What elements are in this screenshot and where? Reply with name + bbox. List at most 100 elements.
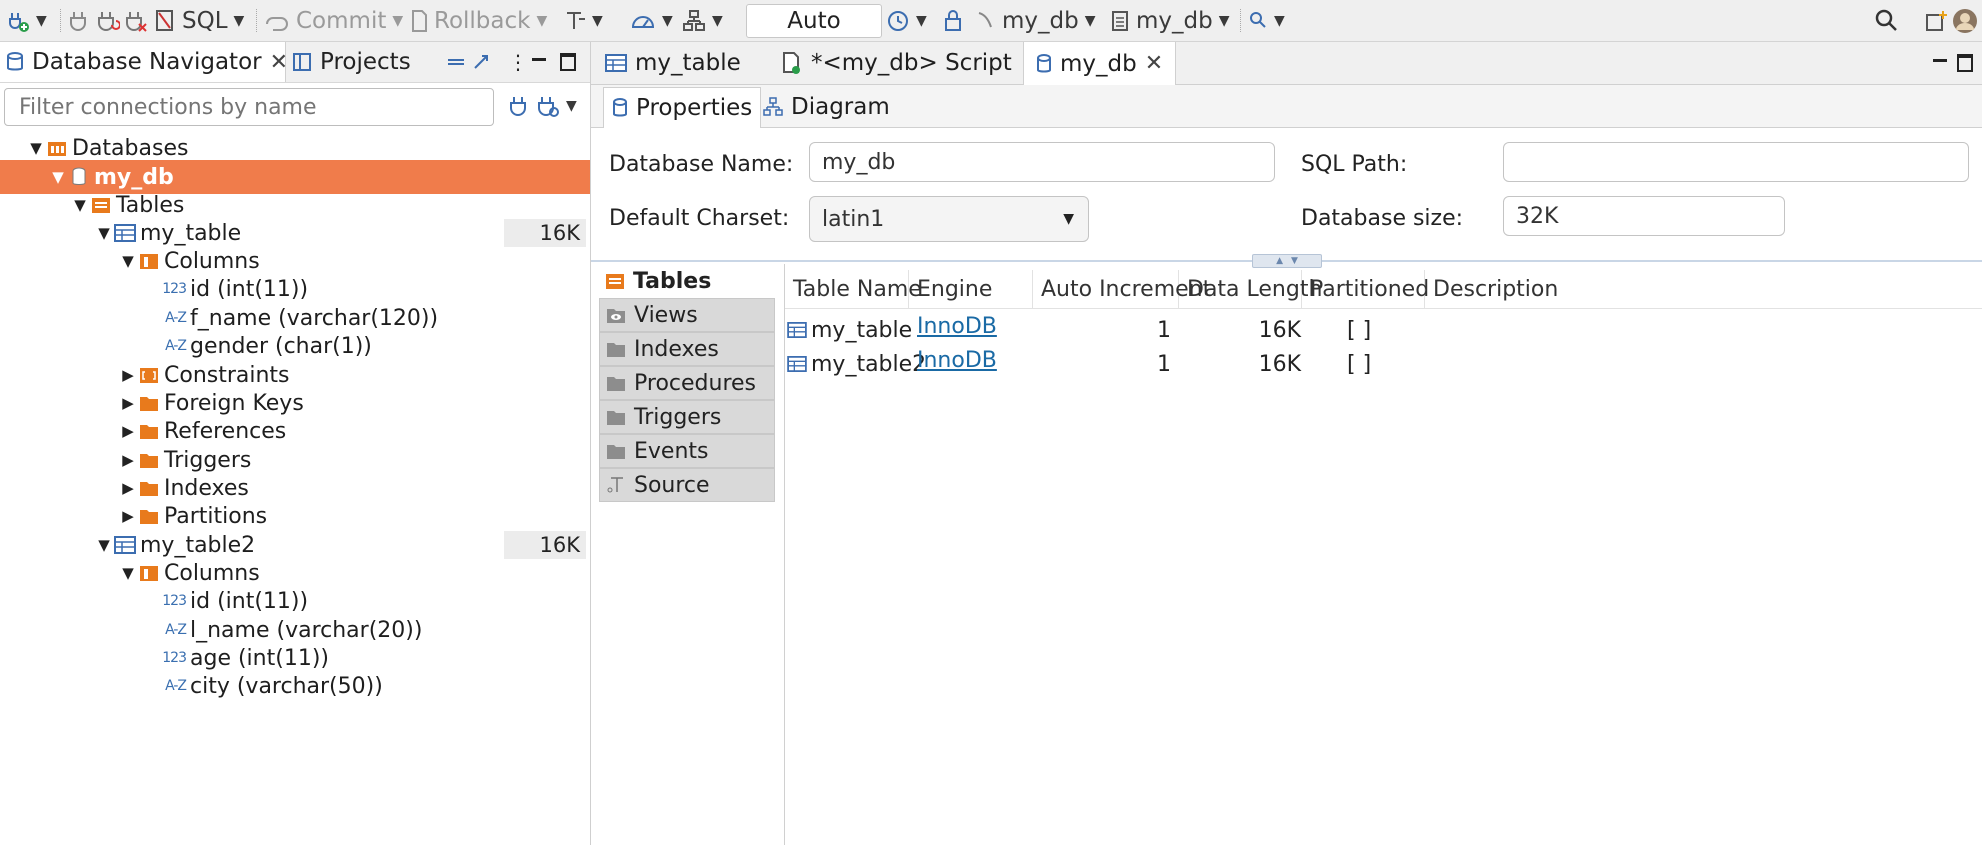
column-header-data-length[interactable]: Data Length xyxy=(1179,270,1322,308)
tab-database-navigator[interactable]: Database Navigator ✕ xyxy=(0,42,288,82)
default-charset-select[interactable]: latin1 ▼ xyxy=(809,196,1089,242)
new-connection-button[interactable]: ▼ xyxy=(6,0,47,41)
database-icon xyxy=(68,166,90,188)
rollback-button[interactable]: Rollback ▼ xyxy=(410,0,547,41)
side-nav-tables[interactable]: Tables xyxy=(599,264,775,298)
partitioned-checkbox[interactable]: [ ] xyxy=(1347,348,1371,380)
filter-icon[interactable] xyxy=(536,94,560,118)
side-nav-source[interactable]: Source xyxy=(599,468,775,502)
kebab-icon: ⋮ xyxy=(508,50,528,74)
folder-icon xyxy=(606,442,626,460)
database-size-field[interactable]: 32K xyxy=(1503,196,1785,236)
history-button[interactable]: ▼ xyxy=(886,0,927,41)
datasource-selector[interactable]: my_db ▼ xyxy=(976,0,1096,41)
side-nav-triggers[interactable]: Triggers xyxy=(599,400,775,434)
filter-dropdown-icon[interactable]: ▼ xyxy=(566,98,577,114)
reconnect-button[interactable] xyxy=(96,0,120,41)
transaction-mode-select[interactable]: Auto xyxy=(746,4,882,38)
tab-projects[interactable]: Projects xyxy=(292,42,411,82)
engine-link[interactable]: InnoDB xyxy=(917,310,997,342)
minimize-button[interactable] xyxy=(1933,42,1947,84)
side-nav-views[interactable]: Views xyxy=(599,298,775,332)
expand-down-icon: ▼ xyxy=(1291,256,1298,266)
cell-table-name: my_table xyxy=(787,314,912,346)
disconnect-button[interactable] xyxy=(124,0,148,41)
side-nav-events[interactable]: Events xyxy=(599,434,775,468)
collapsed-arrow-icon[interactable]: ▶ xyxy=(118,451,138,469)
table-row[interactable]: my_table2 InnoDB 1 16K [ ] xyxy=(785,348,1982,380)
side-nav-procedures[interactable]: Procedures xyxy=(599,366,775,400)
cell-auto-increment: 1 xyxy=(1157,317,1171,343)
maximize-button[interactable] xyxy=(560,42,576,82)
schema-compare-button[interactable]: ▼ xyxy=(682,0,723,41)
find-button[interactable]: ▼ xyxy=(1248,0,1285,41)
columns-folder-icon xyxy=(138,250,160,272)
database-name-field[interactable]: my_db xyxy=(809,142,1275,182)
column-header-auto-increment[interactable]: Auto Increment xyxy=(1033,270,1211,308)
transaction-mode-button[interactable]: ▼ xyxy=(564,0,603,41)
object-type-nav: Tables Views Indexes Procedures Triggers… xyxy=(591,264,785,845)
partitioned-checkbox[interactable]: [ ] xyxy=(1347,314,1371,346)
tab-sql-script[interactable]: *<my_db> Script xyxy=(781,42,1012,84)
collapsed-arrow-icon[interactable]: ▶ xyxy=(118,507,138,525)
view-menu-button[interactable]: ⋮ xyxy=(508,42,528,82)
global-search-button[interactable] xyxy=(1874,0,1900,41)
editor-area: my_table *<my_db> Script my_db ✕ Propert… xyxy=(591,42,1982,845)
perspective-button[interactable] xyxy=(1924,0,1948,41)
table-icon xyxy=(114,222,136,244)
splitter-handle[interactable]: ▲ ▼ xyxy=(1252,254,1322,268)
maximize-button[interactable] xyxy=(1957,42,1973,84)
tab-my-table[interactable]: my_table xyxy=(605,42,741,84)
filter-connected-icon[interactable] xyxy=(508,94,530,118)
folder-icon xyxy=(606,408,626,426)
connect-button[interactable] xyxy=(68,0,90,41)
lock-button[interactable] xyxy=(942,0,964,41)
dashboard-button[interactable]: ▼ xyxy=(630,0,673,41)
database-navigator-panel: Database Navigator ✕ Projects ⋮ ▼ ▼ Data… xyxy=(0,42,591,845)
schema-selector[interactable]: my_db ▼ xyxy=(1110,0,1230,41)
databases-folder-icon xyxy=(46,137,68,159)
disconnect-icon xyxy=(124,9,148,33)
sql-path-field[interactable] xyxy=(1503,142,1969,182)
side-nav-indexes[interactable]: Indexes xyxy=(599,332,775,366)
collapsed-arrow-icon[interactable]: ▶ xyxy=(118,479,138,497)
main-toolbar: ▼ SQL ▼ Commit ▼ Rollback ▼ ▼ Auto ▼ ▼ ▼… xyxy=(0,0,1982,42)
tab-diagram[interactable]: Diagram xyxy=(763,87,890,127)
table-icon xyxy=(787,356,807,372)
expanded-arrow-icon[interactable]: ▼ xyxy=(118,252,138,270)
sql-editor-button[interactable]: SQL ▼ xyxy=(154,0,244,41)
collapsed-arrow-icon[interactable]: ▶ xyxy=(118,366,138,384)
link-editor-button[interactable] xyxy=(472,42,490,82)
collapse-up-icon: ▲ xyxy=(1276,256,1283,266)
minimize-button[interactable] xyxy=(532,42,546,82)
close-icon[interactable]: ✕ xyxy=(270,50,288,75)
tab-my-db[interactable]: my_db ✕ xyxy=(1023,42,1177,85)
reconnect-icon xyxy=(96,9,120,33)
database-icon xyxy=(1036,53,1052,74)
column-header-engine[interactable]: Engine xyxy=(909,270,1033,308)
column-header-partitioned[interactable]: Partitioned xyxy=(1302,270,1429,308)
user-avatar-button[interactable] xyxy=(1952,0,1978,41)
expanded-arrow-icon[interactable]: ▼ xyxy=(48,168,68,186)
tab-properties[interactable]: Properties xyxy=(603,87,762,128)
collapsed-arrow-icon[interactable]: ▶ xyxy=(118,422,138,440)
close-icon[interactable]: ✕ xyxy=(1145,51,1163,76)
cell-auto-increment: 1 xyxy=(1157,351,1171,377)
column-header-description[interactable]: Description xyxy=(1425,270,1982,308)
tree-node-column[interactable]: A-Z city (varchar(50)) xyxy=(0,669,590,703)
sql-file-icon xyxy=(154,9,176,33)
collapsed-arrow-icon[interactable]: ▶ xyxy=(118,394,138,412)
expanded-arrow-icon[interactable]: ▼ xyxy=(94,536,114,554)
column-header-table-name[interactable]: Table Name xyxy=(785,270,922,308)
expanded-arrow-icon[interactable]: ▼ xyxy=(94,224,114,242)
engine-link[interactable]: InnoDB xyxy=(917,344,997,376)
expanded-arrow-icon[interactable]: ▼ xyxy=(118,564,138,582)
constraints-folder-icon xyxy=(138,364,160,386)
text-type-icon: A-Z xyxy=(165,310,187,326)
collapse-all-button[interactable] xyxy=(446,42,466,82)
filter-connections-input[interactable] xyxy=(4,88,494,126)
expanded-arrow-icon[interactable]: ▼ xyxy=(70,196,90,214)
table-row[interactable]: my_table InnoDB 1 16K [ ] xyxy=(785,314,1982,346)
commit-button[interactable]: Commit ▼ xyxy=(264,0,403,41)
expanded-arrow-icon[interactable]: ▼ xyxy=(26,139,46,157)
